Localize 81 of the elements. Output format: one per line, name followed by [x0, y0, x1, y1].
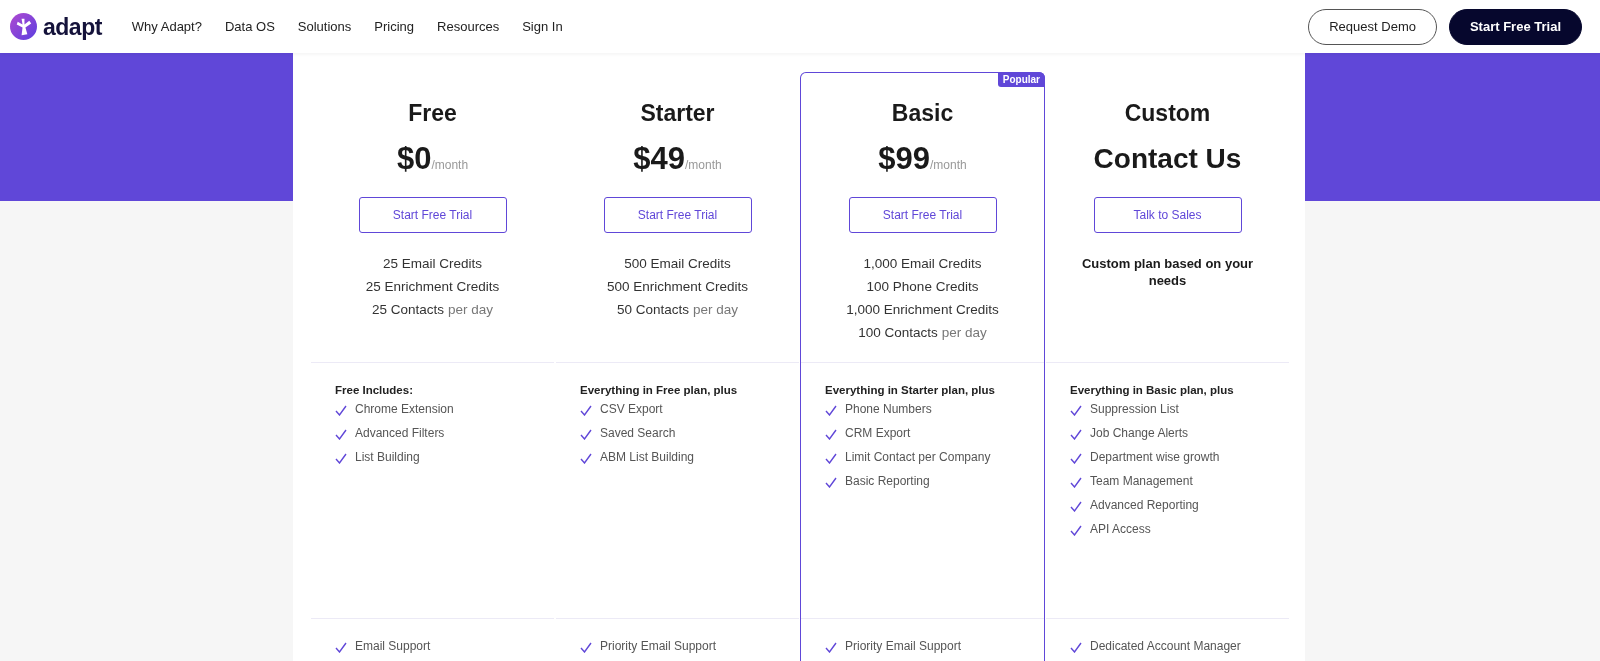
nav-link[interactable]: Resources	[437, 19, 500, 34]
price-period: /month	[431, 158, 469, 172]
features-heading: Everything in Starter plan, plus	[825, 384, 996, 396]
feature-item: ABM List Building	[600, 449, 695, 466]
plan-name: Basic	[891, 99, 954, 127]
price: $0	[396, 141, 432, 177]
feature-item: Basic Reporting	[845, 473, 930, 490]
feature-item: CRM Export	[845, 425, 911, 442]
plan-note: Custom plan based on your needs	[1080, 255, 1255, 289]
credit-line: 25 Enrichment Credits	[365, 278, 500, 296]
feature-item: Limit Contact per Company	[845, 449, 991, 466]
feature-item: Advanced Filters	[355, 425, 445, 442]
price: $99	[878, 141, 930, 177]
plan-name: Custom	[1124, 99, 1211, 127]
feature-item: CSV Export	[600, 401, 663, 418]
credit-line: 100 Phone Credits	[866, 278, 979, 296]
check-icon	[335, 404, 347, 416]
feature-item: API Access	[1090, 521, 1151, 538]
check-icon	[1070, 428, 1082, 440]
price: Contact Us	[1093, 142, 1242, 176]
check-icon	[1070, 524, 1082, 536]
feature-item: Phone Numbers	[845, 401, 932, 418]
credit-line: 500 Enrichment Credits	[606, 278, 749, 296]
credit-line: 100 Contacts per day	[858, 324, 987, 342]
plan-name: Free	[408, 99, 457, 127]
feature-item: Saved Search	[600, 425, 676, 442]
check-icon	[825, 428, 837, 440]
credit-line: 50 Contacts per day	[616, 301, 739, 319]
check-icon	[825, 641, 837, 653]
check-icon	[580, 428, 592, 440]
feature-item: Team Management	[1090, 473, 1193, 490]
check-icon	[825, 452, 837, 464]
support-item: Dedicated Account Manager	[1090, 638, 1241, 655]
check-icon	[580, 404, 592, 416]
credit-line: 1,000 Enrichment Credits	[846, 301, 999, 319]
feature-item: Department wise growth	[1090, 449, 1220, 466]
check-icon	[825, 476, 837, 488]
check-icon	[1070, 404, 1082, 416]
check-icon	[335, 452, 347, 464]
nav-link[interactable]: Pricing	[374, 19, 415, 34]
check-icon	[580, 452, 592, 464]
credit-line: 500 Email Credits	[624, 255, 731, 273]
features-heading: Everything in Free plan, plus	[580, 384, 739, 396]
check-icon	[580, 641, 592, 653]
price: $49	[633, 141, 685, 177]
features-heading: Free Includes:	[335, 384, 414, 396]
price-period: /month	[930, 158, 967, 172]
nav-link[interactable]: Sign In	[522, 19, 563, 34]
price-period: /month	[685, 158, 722, 172]
check-icon	[1070, 452, 1082, 464]
plan-button[interactable]: Start Free Trial	[603, 197, 752, 233]
logo-text: adapt	[43, 12, 102, 41]
feature-item: Chrome Extension	[355, 401, 454, 418]
credit-line: 1,000 Email Credits	[863, 255, 982, 273]
support-item: Priority Email Support	[845, 638, 962, 655]
check-icon	[1070, 476, 1082, 488]
nav-link[interactable]: Solutions	[297, 19, 352, 34]
check-icon	[1070, 500, 1082, 512]
plan-button[interactable]: Start Free Trial	[358, 197, 507, 233]
feature-item: Job Change Alerts	[1090, 425, 1189, 442]
check-icon	[335, 428, 347, 440]
check-icon	[1070, 641, 1082, 653]
credit-line: 25 Contacts per day	[371, 301, 494, 319]
plan-name: Starter	[640, 99, 715, 127]
support-item: Email Support	[355, 638, 431, 655]
features-heading: Everything in Basic plan, plus	[1070, 384, 1235, 396]
support-item: Priority Email Support	[600, 638, 717, 655]
nav-link[interactable]: Data OS	[224, 19, 275, 34]
demo-button[interactable]: Request Demo	[1308, 8, 1437, 45]
feature-item: Advanced Reporting	[1090, 497, 1199, 514]
logo-icon	[10, 13, 37, 40]
check-icon	[335, 641, 347, 653]
credit-line: 25 Email Credits	[382, 255, 482, 273]
feature-item: Suppression List	[1090, 401, 1179, 418]
plan-button[interactable]: Start Free Trial	[848, 197, 997, 233]
nav-link[interactable]: Why Adapt?	[131, 19, 202, 34]
check-icon	[825, 404, 837, 416]
feature-item: List Building	[355, 449, 420, 466]
trial-button[interactable]: Start Free Trial	[1448, 8, 1582, 45]
popular-badge: Popular	[997, 72, 1045, 87]
plan-button[interactable]: Talk to Sales	[1093, 197, 1242, 233]
